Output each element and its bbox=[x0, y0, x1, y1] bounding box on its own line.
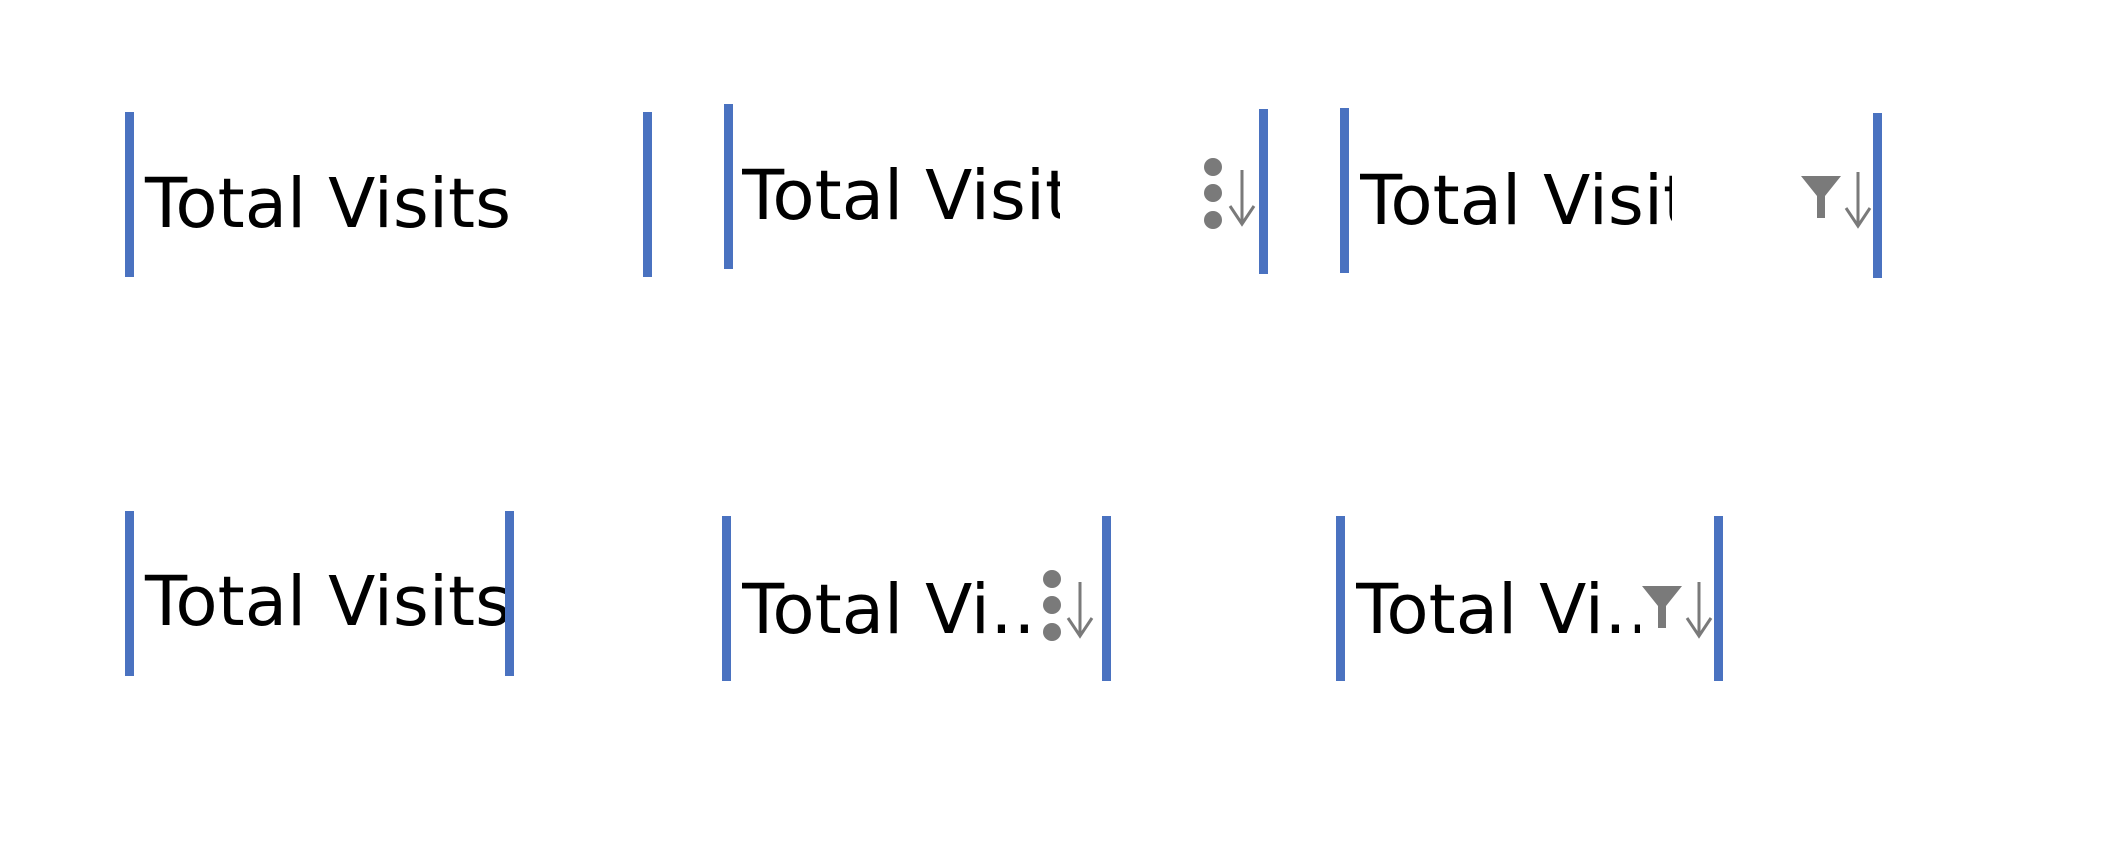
column-header-label: Total Vi… bbox=[1356, 576, 1640, 650]
column-header-label: Total Visit bbox=[1360, 167, 1672, 241]
sort-descending-icon[interactable] bbox=[1843, 170, 1873, 230]
more-vertical-icon[interactable] bbox=[1042, 570, 1062, 644]
column-left-border bbox=[1336, 516, 1345, 681]
column-resize-handle[interactable] bbox=[1714, 516, 1723, 681]
more-vertical-icon[interactable] bbox=[1203, 158, 1223, 232]
column-resize-handle[interactable] bbox=[1102, 516, 1111, 681]
column-left-border bbox=[724, 104, 733, 269]
column-header-label: Total Vi… bbox=[742, 576, 1034, 650]
column-left-border bbox=[125, 112, 134, 277]
column-header-label: Total Visits bbox=[145, 562, 512, 642]
column-header-label: Total Visit bbox=[742, 162, 1060, 236]
column-resize-handle[interactable] bbox=[643, 112, 652, 277]
column-resize-handle[interactable] bbox=[1873, 113, 1882, 278]
sort-descending-icon[interactable] bbox=[1227, 168, 1257, 228]
column-resize-handle[interactable] bbox=[505, 511, 514, 676]
sort-descending-icon[interactable] bbox=[1065, 580, 1095, 640]
column-left-border bbox=[125, 511, 134, 676]
column-resize-handle[interactable] bbox=[1259, 109, 1268, 274]
column-left-border bbox=[722, 516, 731, 681]
sort-descending-icon[interactable] bbox=[1684, 580, 1714, 640]
column-header-label: Total Visits bbox=[145, 164, 512, 244]
filter-icon[interactable] bbox=[1801, 176, 1841, 220]
filter-icon[interactable] bbox=[1642, 586, 1682, 630]
column-left-border bbox=[1340, 108, 1349, 273]
